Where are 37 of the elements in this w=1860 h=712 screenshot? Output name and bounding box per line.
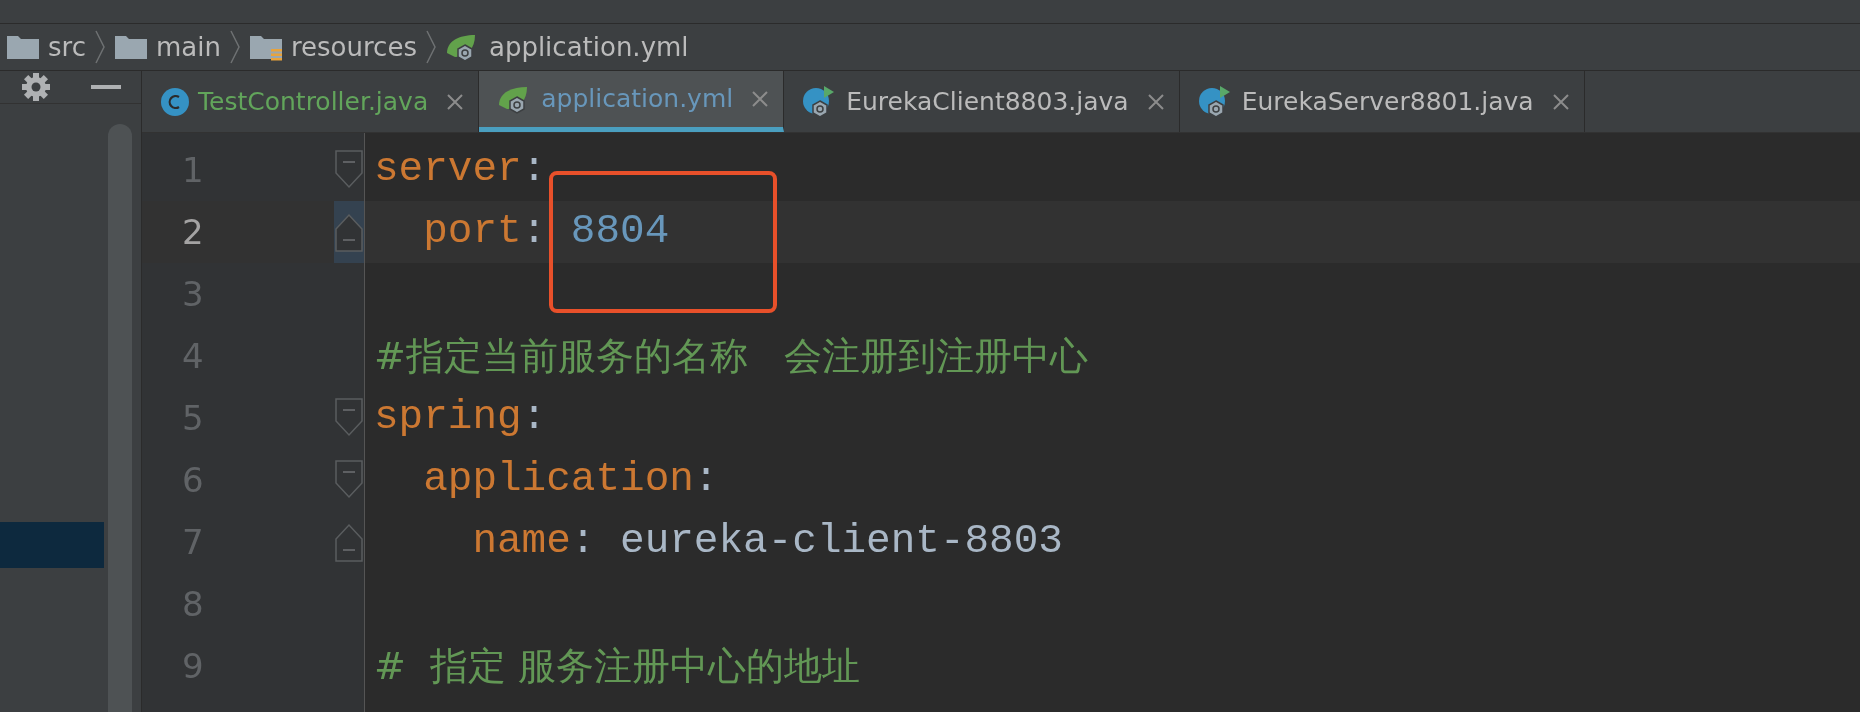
fold-marker-icon[interactable] <box>335 212 364 252</box>
breadcrumb-item[interactable]: src <box>6 27 86 67</box>
code-token: server <box>374 145 522 195</box>
class-icon <box>160 86 190 117</box>
editor-tab[interactable]: EurekaServer8801.java <box>1179 71 1585 132</box>
chevron-icon <box>424 30 437 64</box>
close-icon[interactable] <box>446 92 465 111</box>
code-comment: # 指定 服务注册中心的地址 <box>374 642 861 690</box>
fold-marker-icon[interactable] <box>335 522 364 562</box>
fold-marker-icon[interactable] <box>335 150 364 190</box>
breadcrumb-item[interactable]: main <box>113 27 221 67</box>
code-token: : <box>521 393 547 443</box>
code-token: name <box>471 517 571 567</box>
code-token: application <box>422 455 694 505</box>
settings-icon[interactable] <box>19 71 52 103</box>
code-comment: #指定当前服务的名称 会注册到注册中心 <box>374 332 1089 380</box>
fold-marker-icon[interactable] <box>335 398 364 438</box>
code-token: port <box>422 207 522 257</box>
line-number: 2 <box>182 210 205 254</box>
code-token: : <box>521 207 548 257</box>
fold-marker-icon[interactable] <box>335 460 364 500</box>
code-token: eureka-client-8803 <box>620 517 1063 567</box>
close-icon[interactable] <box>1551 92 1570 111</box>
code-token: : <box>570 517 597 567</box>
close-icon[interactable] <box>1146 92 1165 111</box>
editor-tab[interactable]: TestController.java <box>142 71 480 132</box>
close-icon[interactable] <box>751 90 770 108</box>
code-token: spring <box>374 393 522 443</box>
editor-tab[interactable]: EurekaClient8803.java <box>784 71 1180 132</box>
chevron-icon <box>228 30 241 64</box>
chevron-icon <box>93 30 106 64</box>
code-token: : <box>521 145 547 195</box>
code-token: : <box>693 455 719 505</box>
minimize-icon[interactable] <box>91 84 122 90</box>
breadcrumb-item[interactable]: application.yml <box>444 27 689 67</box>
code-token: 8804 <box>570 201 670 263</box>
breadcrumb-item[interactable]: resources <box>248 27 417 67</box>
